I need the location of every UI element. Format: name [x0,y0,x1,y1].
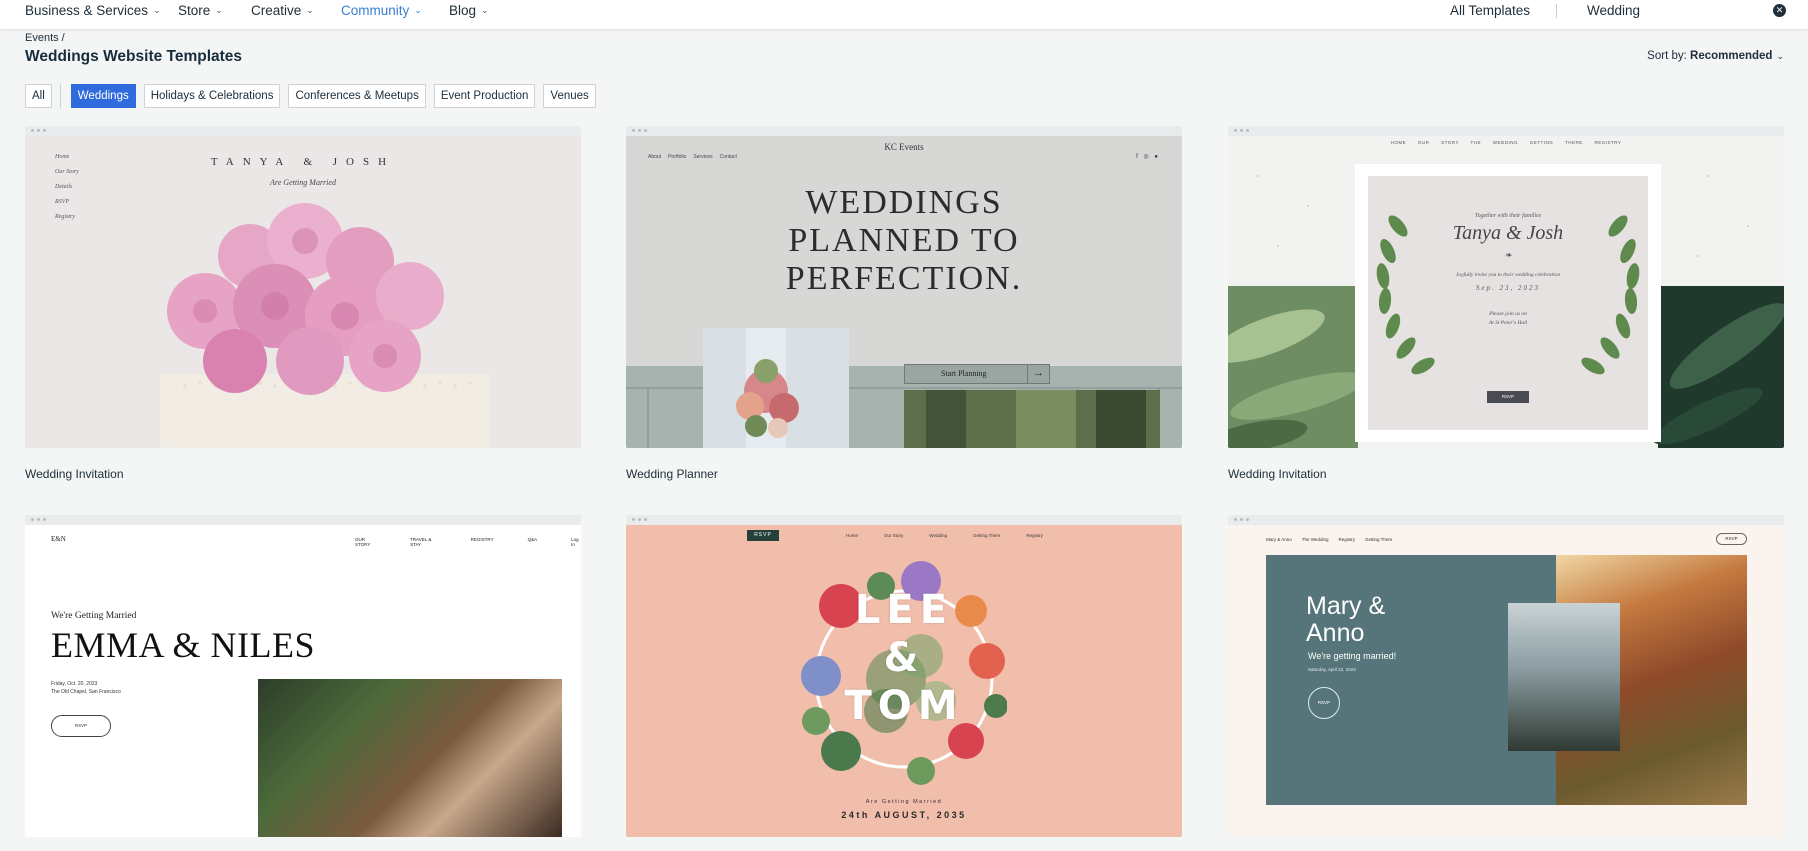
preview-details: Friday, Oct. 20, 2023 The Old Chapel, Sa… [51,681,121,695]
filter-holidays-celebrations[interactable]: Holidays & Celebrations [143,84,281,108]
template-preview: Home Our Story Details RSVP Registry TAN… [25,136,581,448]
arrow-right-icon: → [1027,365,1049,383]
template-preview: HOME OUR STORY THE WEDDING GETTING THERE… [1228,136,1784,448]
template-thumbnail[interactable]: Home Our Story Details RSVP Registry TAN… [25,126,581,448]
chevron-down-icon: ⌄ [306,5,314,15]
template-name[interactable]: Wedding Planner [626,467,718,481]
chevron-down-icon: ⌄ [1776,51,1784,61]
filter-conferences-meetups[interactable]: Conferences & Meetups [288,84,426,108]
chevron-down-icon: ⌄ [215,5,223,15]
preview-monogram: E&N [51,535,66,543]
all-templates-link[interactable]: All Templates [1450,3,1530,18]
rsvp-button: RSVP [1308,687,1340,719]
sort-dropdown[interactable]: Sort by: Recommended ⌄ [1647,50,1784,62]
window-dots-icon [632,518,647,524]
template-preview: Mary & Anno The Wedding Registry Getting Th… [1228,525,1784,837]
template-preview: E&N OUR STORY TRAVEL & STAY REGISTRY Q&A Log… [25,525,581,837]
clear-search-icon[interactable]: ✕ [1773,4,1786,17]
page-title: Weddings Website Templates [25,48,243,65]
nav-item-label: Business & Services [25,3,149,18]
filter-venues[interactable]: Venues [543,84,596,108]
window-dots-icon [632,129,647,135]
preview-nav: OUR STORY TRAVEL & STAY REGISTRY Q&A Log In [355,537,579,547]
preview-names: EMMA & NILES [51,625,316,665]
preview-nav: Home Our Story Wedding Getting There Registr… [846,533,1043,538]
invitation-date: Sep. 23, 2023 [1475,284,1541,292]
rsvp-button: RSVP [747,530,779,541]
template-name[interactable]: Wedding Invitation [1228,467,1327,481]
preview-name-2: TOM [844,683,964,729]
invitation-invite: Joyfully invite you to their wedding cel… [1455,272,1561,278]
template-thumbnail[interactable]: E&N OUR STORY TRAVEL & STAY REGISTRY Q&A Log… [25,515,581,837]
couple-photo-image [1508,603,1620,751]
template-name[interactable]: Wedding Invitation [25,467,124,481]
nav-item-label: Community [341,3,410,18]
peony-bouquet-image [160,203,490,448]
ampersand-ornament-icon: ❧ [1504,250,1512,260]
planner-photos-image [626,328,1182,448]
template-preview: RSVP Home Our Story Wedding Getting There Re… [626,525,1182,837]
chevron-down-icon: ⌄ [481,5,489,15]
preview-nav: Mary & Anno The Wedding Registry Getting Th… [1266,537,1393,542]
nav-item-label: Blog [449,3,477,18]
template-thumbnail[interactable]: HOME OUR STORY THE WEDDING GETTING THERE… [1228,126,1784,448]
top-navigation: Business & Services ⌄ Store ⌄ Creative ⌄ Co… [0,0,1808,30]
template-preview: About Portfolio Services Contact KC Events … [626,136,1182,448]
chevron-down-icon: ⌄ [414,5,422,15]
nav-item-label: Creative [251,3,302,18]
preview-pre-title: We're Getting Married [51,611,137,621]
sort-value: Recommended [1690,50,1773,62]
rsvp-button: RSVP [51,715,111,737]
invitation-reply-1: Please join us on [1489,311,1527,317]
preview-subtitle: We're getting married! [1308,651,1397,661]
couple-photo-image [258,679,562,837]
window-dots-icon [31,129,46,135]
invitation-reply-2: At St Peter's Hall [1488,320,1528,326]
window-dots-icon [1234,518,1249,524]
window-dots-icon [1234,129,1249,135]
rsvp-top-button: RSVP [1716,533,1747,545]
filter-all[interactable]: All [25,84,52,108]
nav-item-blog[interactable]: Blog ⌄ [449,3,489,18]
preview-names: Mary & Anno [1306,592,1386,647]
preview-ampersand: & [883,635,925,681]
filter-event-production[interactable]: Event Production [433,84,536,108]
preview-name-1: LEE [854,587,954,633]
start-planning-button: Start Planning → [904,364,1050,384]
preview-tagline: Are Getting Married [865,799,943,805]
invitation-intro: Together with their families [1474,213,1542,219]
sort-label: Sort by: [1647,50,1687,62]
template-thumbnail[interactable]: Mary & Anno The Wedding Registry Getting Th… [1228,515,1784,837]
template-thumbnail[interactable]: About Portfolio Services Contact KC Events … [626,126,1182,448]
search-input[interactable]: Wedding [1587,3,1640,18]
nav-item-label: Store [178,3,211,18]
nav-item-store[interactable]: Store ⌄ [178,3,223,18]
filter-weddings[interactable]: Weddings [70,84,136,108]
rsvp-button: RSVP [1487,391,1529,403]
window-dots-icon [31,518,46,524]
preview-date: Saturday, April 22, 2023 [1308,667,1356,672]
template-thumbnail[interactable]: RSVP Home Our Story Wedding Getting There Re… [626,515,1182,837]
preview-date: 24th AUGUST, 2035 [841,810,967,820]
nav-item-creative[interactable]: Creative ⌄ [251,3,314,18]
nav-item-community[interactable]: Community ⌄ [341,3,422,18]
invitation-names: Tanya & Josh [1452,222,1564,244]
category-filters: All Weddings Holidays & Celebrations Con… [25,84,604,108]
chevron-down-icon: ⌄ [153,5,161,15]
filter-divider [59,84,61,108]
nav-divider [1556,4,1557,18]
nav-item-business-services[interactable]: Business & Services ⌄ [25,3,161,18]
breadcrumb[interactable]: Events / [25,32,65,44]
